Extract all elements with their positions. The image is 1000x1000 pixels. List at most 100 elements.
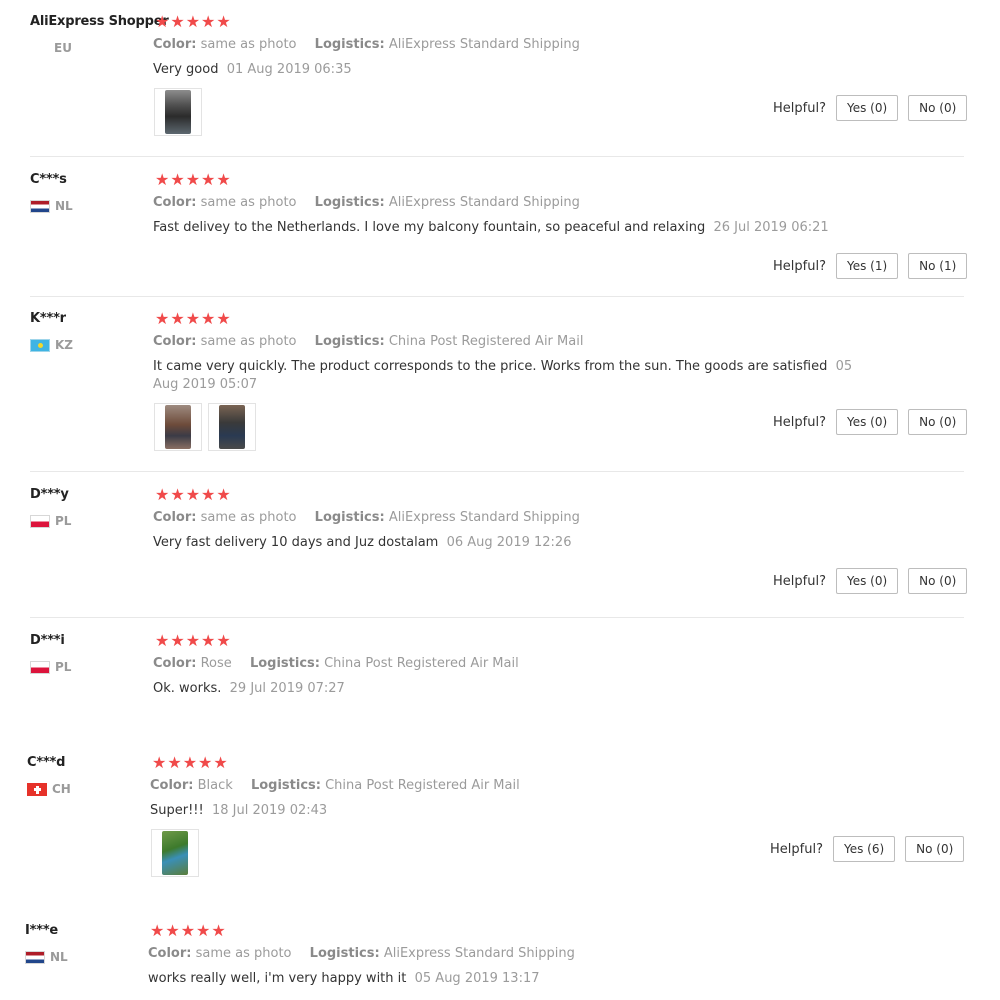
review-date: 05 Aug 2019 13:17 [414,971,540,986]
kazakhstan-flag-icon [30,338,50,352]
helpful-no-button[interactable]: No (0) [908,568,968,594]
poland-flag-icon [30,660,50,674]
helpful-votes: Helpful? Yes (0) No (0) [773,568,968,594]
star-icon: ★ [196,921,211,940]
star-icon: ★ [155,631,170,650]
helpful-no-button[interactable]: No (1) [908,253,968,279]
star-icon: ★ [170,631,185,650]
logistics-label: Logistics: [309,946,380,961]
helpful-votes: Helpful? Yes (6) No (0) [770,836,965,862]
logistics-value: China Post Registered Air Mail [324,656,519,671]
review-meta: Color: same as photo Logistics: AliExpre… [153,510,580,525]
review-text: Ok. works. 29 Jul 2019 07:27 [153,681,345,696]
review-date: 06 Aug 2019 12:26 [446,535,572,550]
star-icon: ★ [185,170,201,189]
country-code: KZ [55,338,73,352]
color-value: same as photo [200,37,297,52]
helpful-votes: Helpful? Yes (0) No (0) [773,95,968,121]
photo-image [162,831,188,875]
star-icon: ★ [216,631,231,650]
reviewer-name: C***d [27,755,66,770]
review-meta: Color: Black Logistics: China Post Regis… [150,778,520,793]
photo-thumbnail[interactable] [154,403,202,451]
star-icon: ★ [201,170,216,189]
photo-image [219,405,245,449]
star-icon: ★ [170,485,185,504]
review-meta: Color: same as photo Logistics: AliExpre… [153,37,580,52]
star-icon: ★ [213,753,228,772]
country-code: NL [55,199,73,213]
review-date: 26 Jul 2019 06:21 [713,220,829,235]
color-value: same as photo [200,334,297,349]
star-rating: ★ ★ ★ ★ ★ [150,923,226,939]
helpful-votes: Helpful? Yes (1) No (1) [773,253,968,279]
review-date: 01 Aug 2019 06:35 [226,62,352,77]
logistics-label: Logistics: [314,195,385,210]
reviewer-name: AliExpress Shopper [30,14,169,29]
star-icon: ★ [155,12,170,31]
logistics-value: AliExpress Standard Shipping [383,946,575,961]
helpful-votes: Helpful? Yes (0) No (0) [773,409,968,435]
photo-thumbnail[interactable] [154,88,202,136]
photo-image [165,405,191,449]
divider [30,471,964,472]
helpful-no-button[interactable]: No (0) [905,836,965,862]
photo-image [165,90,191,134]
review-meta: Color: same as photo Logistics: China Po… [153,334,583,349]
star-icon: ★ [185,631,201,650]
helpful-yes-button[interactable]: Yes (0) [835,568,899,594]
star-rating: ★ ★ ★ ★ ★ [155,172,231,188]
color-label: Color: [148,946,192,961]
star-icon: ★ [155,170,170,189]
logistics-label: Logistics: [250,778,321,793]
logistics-label: Logistics: [314,510,385,525]
logistics-value: China Post Registered Air Mail [388,334,584,349]
helpful-no-button[interactable]: No (0) [908,409,968,435]
star-icon: ★ [201,12,216,31]
photo-thumbnail[interactable] [151,829,199,877]
reviewer-country: CH [27,781,71,797]
reviewer-name: D***y [30,487,69,502]
helpful-yes-button[interactable]: Yes (0) [835,95,899,121]
divider [30,156,964,157]
star-icon: ★ [165,921,180,940]
helpful-label: Helpful? [773,414,826,430]
star-icon: ★ [216,170,231,189]
reviewer-name: C***s [30,172,67,187]
star-icon: ★ [216,12,231,31]
review-meta: Color: same as photo Logistics: AliExpre… [153,195,580,210]
star-icon: ★ [216,485,231,504]
star-icon: ★ [152,753,167,772]
helpful-yes-button[interactable]: Yes (6) [832,836,896,862]
star-icon: ★ [185,12,201,31]
logistics-value: AliExpress Standard Shipping [388,195,580,210]
helpful-yes-button[interactable]: Yes (0) [835,409,899,435]
star-icon: ★ [170,12,185,31]
country-code: PL [55,660,72,674]
star-icon: ★ [201,485,216,504]
star-rating: ★ ★ ★ ★ ★ [152,755,228,771]
review-text: works really well, i'm very happy with i… [148,971,540,986]
country-code: CH [52,782,71,796]
reviewer-country: NL [25,949,68,965]
star-rating: ★ ★ ★ ★ ★ [155,14,231,30]
color-value: same as photo [200,510,297,525]
reviewer-country: EU [54,40,72,56]
country-code: PL [55,514,72,528]
helpful-label: Helpful? [773,258,826,274]
helpful-label: Helpful? [770,841,823,857]
helpful-yes-button[interactable]: Yes (1) [835,253,899,279]
country-code: EU [54,41,72,55]
color-value: Black [197,778,233,793]
netherlands-flag-icon [25,950,45,964]
star-icon: ★ [182,753,198,772]
reviewer-name: I***e [25,923,59,938]
star-icon: ★ [198,753,213,772]
helpful-no-button[interactable]: No (0) [908,95,968,121]
divider [30,296,964,297]
photo-thumbnail[interactable] [208,403,256,451]
review-text: Fast delivey to the Netherlands. I love … [153,220,829,235]
color-value: same as photo [200,195,297,210]
review-meta: Color: same as photo Logistics: AliExpre… [148,946,575,961]
logistics-label: Logistics: [314,37,385,52]
